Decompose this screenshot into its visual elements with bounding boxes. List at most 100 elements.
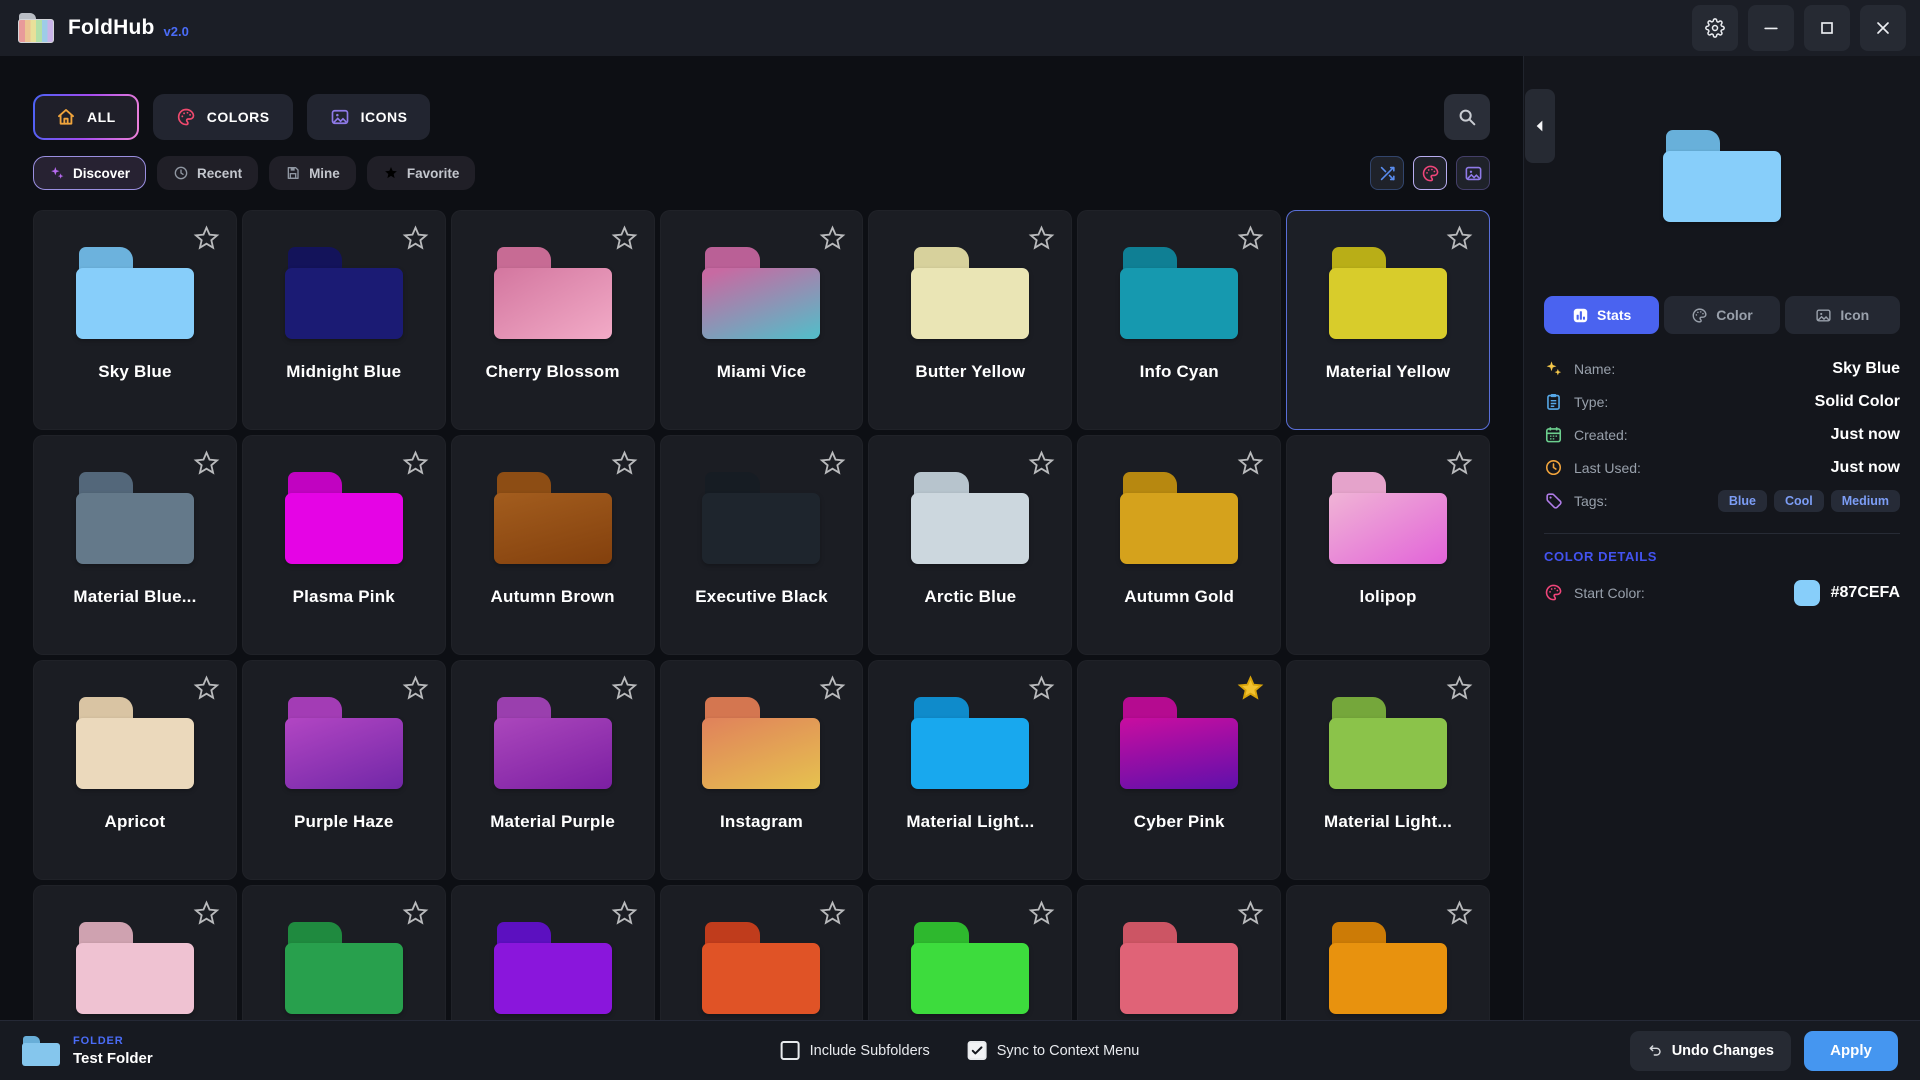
tag-chip-cool[interactable]: Cool: [1774, 490, 1824, 512]
folder-card-info-cyan[interactable]: Info Cyan: [1077, 210, 1281, 430]
minimize-button[interactable]: [1748, 5, 1794, 51]
folder-card-sky-blue[interactable]: Sky Blue: [33, 210, 237, 430]
checkbox-include-subfolders[interactable]: Include Subfolders: [781, 1041, 930, 1060]
settings-button[interactable]: [1692, 5, 1738, 51]
tag-chip-blue[interactable]: Blue: [1718, 490, 1767, 512]
favorite-star-icon[interactable]: [1027, 449, 1056, 478]
palette-icon: [176, 107, 196, 127]
favorite-star-icon[interactable]: [1027, 899, 1056, 928]
favorite-star-icon[interactable]: [401, 224, 430, 253]
tags-label: Tags:: [1574, 493, 1607, 509]
favorite-star-icon[interactable]: [1236, 449, 1265, 478]
search-button[interactable]: [1444, 94, 1490, 140]
favorite-star-icon[interactable]: [1236, 674, 1265, 703]
folder-card[interactable]: [1286, 885, 1490, 1020]
folder-card-autumn-brown[interactable]: Autumn Brown: [451, 435, 655, 655]
folder-card-butter-yellow[interactable]: Butter Yellow: [868, 210, 1072, 430]
tag-chip-medium[interactable]: Medium: [1831, 490, 1900, 512]
favorite-star-icon[interactable]: [401, 899, 430, 928]
folder-card-material-yellow[interactable]: Material Yellow: [1286, 210, 1490, 430]
favorite-star-icon[interactable]: [1445, 674, 1474, 703]
folder-card[interactable]: [660, 885, 864, 1020]
folder-card-midnight-blue[interactable]: Midnight Blue: [242, 210, 446, 430]
folder-card-miami-vice[interactable]: Miami Vice: [660, 210, 864, 430]
folder-card-lolipop[interactable]: lolipop: [1286, 435, 1490, 655]
favorite-star-icon[interactable]: [1445, 899, 1474, 928]
folder-card-material-blue[interactable]: Material Blue...: [33, 435, 237, 655]
maximize-button[interactable]: [1804, 5, 1850, 51]
favorite-star-icon[interactable]: [1236, 899, 1265, 928]
favorite-star-icon[interactable]: [610, 224, 639, 253]
folder-card-purple-haze[interactable]: Purple Haze: [242, 660, 446, 880]
folder-card[interactable]: [451, 885, 655, 1020]
folder-card-cherry-blossom[interactable]: Cherry Blossom: [451, 210, 655, 430]
folder-card-instagram[interactable]: Instagram: [660, 660, 864, 880]
nav-tab-all[interactable]: ALL: [33, 94, 139, 140]
favorite-star-icon[interactable]: [1445, 449, 1474, 478]
checkbox-unchecked-icon[interactable]: [781, 1041, 800, 1060]
folder-card[interactable]: [868, 885, 1072, 1020]
favorite-star-icon[interactable]: [1027, 224, 1056, 253]
folder-name: Material Light...: [1287, 812, 1489, 832]
undo-changes-button[interactable]: Undo Changes: [1630, 1031, 1791, 1071]
view-toggle-shuffle[interactable]: [1370, 156, 1404, 190]
folder-card-arctic-blue[interactable]: Arctic Blue: [868, 435, 1072, 655]
details-tab-icon[interactable]: Icon: [1785, 296, 1900, 334]
view-toggle-palette[interactable]: [1413, 156, 1447, 190]
folder-name: Material Yellow: [1287, 362, 1489, 382]
tag-chips: Blue Cool Medium: [1711, 490, 1900, 512]
favorite-star-icon[interactable]: [1236, 224, 1265, 253]
favorite-star-icon[interactable]: [818, 899, 847, 928]
stat-value: Sky Blue: [1832, 360, 1900, 378]
folder-card-cyber-pink[interactable]: Cyber Pink: [1077, 660, 1281, 880]
folder-card[interactable]: [1077, 885, 1281, 1020]
folder-color-swatch-icon: [702, 472, 820, 564]
view-toggle-image[interactable]: [1456, 156, 1490, 190]
nav-tab-icons[interactable]: ICONS: [307, 94, 431, 140]
checkbox-sync-to-context-menu[interactable]: Sync to Context Menu: [968, 1041, 1140, 1060]
folder-card-plasma-pink[interactable]: Plasma Pink: [242, 435, 446, 655]
favorite-star-icon[interactable]: [401, 674, 430, 703]
folder-name: Material Blue...: [34, 587, 236, 607]
folder-card-autumn-gold[interactable]: Autumn Gold: [1077, 435, 1281, 655]
close-button[interactable]: [1860, 5, 1906, 51]
folder-card[interactable]: [242, 885, 446, 1020]
favorite-star-icon[interactable]: [610, 674, 639, 703]
category-tabs-row: ALL COLORS ICONS: [33, 94, 1490, 140]
nav-tab-colors[interactable]: COLORS: [153, 94, 293, 140]
favorite-star-icon[interactable]: [1445, 224, 1474, 253]
folder-card-material-light[interactable]: Material Light...: [1286, 660, 1490, 880]
folder-preview: [1544, 56, 1900, 296]
folder-card-material-purple[interactable]: Material Purple: [451, 660, 655, 880]
favorite-star-icon[interactable]: [818, 674, 847, 703]
stat-label: Type:: [1574, 394, 1608, 410]
folder-card-material-light[interactable]: Material Light...: [868, 660, 1072, 880]
favorite-star-icon[interactable]: [192, 224, 221, 253]
main-area: ALL COLORS ICONS Discover Recent Mine Favorit…: [0, 56, 1920, 1020]
favorite-star-icon[interactable]: [818, 449, 847, 478]
apply-button[interactable]: Apply: [1804, 1031, 1898, 1071]
details-tab-color[interactable]: Color: [1664, 296, 1779, 334]
filter-tab-recent[interactable]: Recent: [157, 156, 258, 190]
favorite-star-icon[interactable]: [610, 449, 639, 478]
favorite-star-icon[interactable]: [1027, 674, 1056, 703]
favorite-star-icon[interactable]: [192, 449, 221, 478]
filter-tab-favorite[interactable]: Favorite: [367, 156, 476, 190]
start-color-swatch[interactable]: [1794, 580, 1820, 606]
folder-card-executive-black[interactable]: Executive Black: [660, 435, 864, 655]
favorite-star-icon[interactable]: [818, 224, 847, 253]
checkbox-label: Sync to Context Menu: [997, 1043, 1140, 1059]
stat-row-type: Type:Solid Color: [1544, 385, 1900, 418]
favorite-star-icon[interactable]: [610, 899, 639, 928]
details-tab-stats[interactable]: Stats: [1544, 296, 1659, 334]
filter-tab-discover[interactable]: Discover: [33, 156, 146, 190]
favorite-star-icon[interactable]: [192, 899, 221, 928]
filter-tab-mine[interactable]: Mine: [269, 156, 356, 190]
checkbox-checked-icon[interactable]: [968, 1041, 987, 1060]
favorite-star-icon[interactable]: [192, 674, 221, 703]
collapse-panel-button[interactable]: [1525, 89, 1555, 163]
favorite-star-icon[interactable]: [401, 449, 430, 478]
folder-grid[interactable]: Sky BlueMidnight BlueCherry BlossomMiami…: [33, 210, 1490, 1020]
folder-card[interactable]: [33, 885, 237, 1020]
folder-card-apricot[interactable]: Apricot: [33, 660, 237, 880]
